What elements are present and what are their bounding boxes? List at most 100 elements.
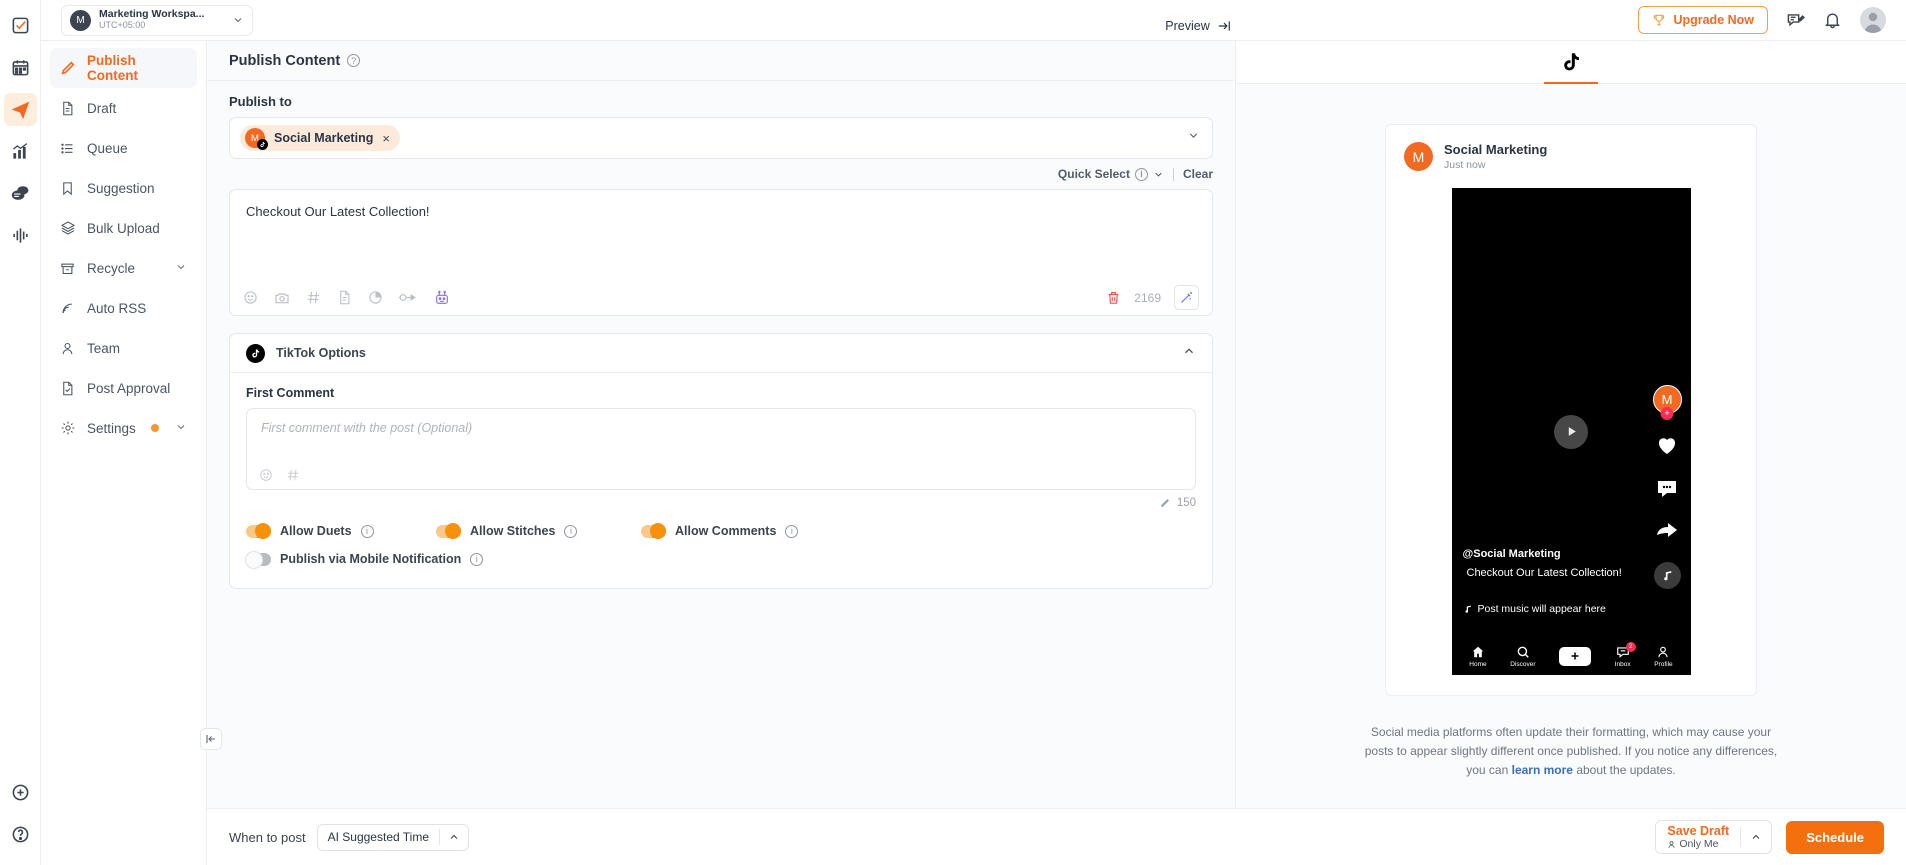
sidebar-item-bulk-upload[interactable]: Bulk Upload [50, 208, 197, 248]
publish-to-select[interactable]: M Social Marketing × [229, 117, 1213, 159]
add-icon[interactable] [4, 776, 37, 809]
tiktok-nav-create[interactable] [1555, 646, 1596, 666]
tiktok-profile-avatar[interactable]: M + [1652, 385, 1682, 420]
comment-icon[interactable] [1655, 476, 1679, 500]
sidebar-item-publish-content[interactable]: Publish Content [50, 48, 197, 88]
workspace-selector[interactable]: M Marketing Workspa... UTC+05:00 [61, 4, 253, 36]
inbox-badge: 2 [1625, 641, 1636, 652]
save-draft-label: Save Draft [1667, 823, 1730, 838]
analytics-icon[interactable] [4, 135, 37, 168]
help-circle-icon[interactable]: ? [347, 54, 361, 67]
sidebar-item-draft[interactable]: Draft [50, 88, 197, 128]
chevron-up-icon[interactable] [440, 831, 468, 843]
toggle-allow-stitches[interactable]: Allow Stitches i [436, 523, 641, 539]
toggle-publish-via-mobile-notification[interactable]: Publish via Mobile Notification i [245, 551, 484, 569]
hashtag-icon[interactable] [306, 290, 321, 305]
quick-select-label: Quick Select [1057, 167, 1130, 181]
follow-plus-icon[interactable]: + [1660, 407, 1674, 420]
tiktok-options-header[interactable]: TikTok Options [230, 334, 1212, 373]
first-comment-input[interactable]: First comment with the post (Optional) [247, 409, 1195, 461]
share-icon[interactable] [1655, 519, 1679, 543]
toggle-label: Allow Stitches [470, 524, 556, 538]
sidebar-item-recycle[interactable]: Recycle [50, 248, 197, 288]
info-icon[interactable]: i [360, 524, 374, 538]
document-icon [59, 100, 76, 117]
disclaimer-line-3-post: about the updates. [1572, 763, 1676, 778]
info-icon[interactable]: i [564, 524, 578, 538]
sidebar-collapse-button[interactable] [200, 728, 222, 750]
disclaimer-line-1: Social media platforms often update thei… [1370, 725, 1772, 739]
bottom-right-actions: Save Draft Only Me Schedule [1655, 820, 1884, 854]
account-chip[interactable]: M Social Marketing × [240, 125, 400, 151]
quick-select-button[interactable]: Quick Select i [1058, 167, 1164, 181]
sidebar-item-label: Suggestion [87, 180, 155, 196]
hashtag-icon[interactable] [286, 468, 300, 482]
tiktok-nav-profile[interactable]: Profile [1654, 645, 1673, 668]
sidebar-item-queue[interactable]: Queue [50, 128, 197, 168]
plus-icon[interactable] [1555, 646, 1596, 666]
allow-stitches-switch[interactable] [436, 523, 461, 539]
composer-textarea[interactable]: Checkout Our Latest Collection! [230, 190, 1212, 280]
sidebar-item-auto-rss[interactable]: Auto RSS [50, 288, 197, 328]
tiktok-nav-label: Home [1469, 660, 1487, 668]
link-plug-icon[interactable] [399, 291, 418, 304]
chevron-down-icon[interactable] [1187, 129, 1200, 147]
sidebar-item-post-approval[interactable]: Post Approval [50, 368, 197, 408]
schedule-mode-value: AI Suggested Time [327, 830, 429, 844]
info-icon[interactable]: i [1134, 167, 1148, 181]
save-draft-visibility-label: Only Me [1679, 838, 1719, 851]
heart-icon[interactable] [1655, 433, 1679, 457]
user-icon [1668, 840, 1675, 848]
first-comment-count-row: 150 [246, 490, 1196, 516]
help-icon[interactable] [4, 818, 37, 851]
preview-toggle-button[interactable]: Preview [1143, 11, 1253, 40]
calendar-icon[interactable] [4, 51, 37, 84]
info-icon[interactable]: i [785, 524, 799, 538]
tiktok-nav-home[interactable]: Home [1469, 645, 1487, 668]
preview-card: M Social Marketing Just now M + @Social … [1385, 124, 1757, 696]
engage-icon[interactable] [4, 177, 37, 210]
clear-button[interactable]: Clear [1183, 167, 1213, 181]
emoji-icon[interactable] [259, 468, 273, 482]
camera-icon[interactable] [274, 290, 290, 306]
chevron-up-icon[interactable] [1182, 344, 1196, 363]
notification-bell-icon[interactable] [1823, 11, 1842, 30]
remove-account-icon[interactable]: × [382, 132, 390, 145]
save-draft-button[interactable]: Save Draft Only Me [1655, 820, 1773, 854]
tab-tiktok[interactable] [1544, 41, 1598, 84]
document-icon[interactable] [337, 290, 352, 305]
info-icon[interactable]: i [470, 552, 484, 566]
music-disc-icon[interactable] [1653, 562, 1681, 589]
toggle-allow-comments[interactable]: Allow Comments i [641, 523, 799, 539]
allow-comments-switch[interactable] [641, 523, 666, 539]
sidebar-item-team[interactable]: Team [50, 328, 197, 368]
emoji-icon[interactable] [243, 290, 258, 305]
magic-wand-icon[interactable] [1174, 285, 1199, 310]
tasks-icon[interactable] [4, 9, 37, 42]
avatar[interactable] [1860, 7, 1886, 33]
learn-more-link[interactable]: learn more [1512, 763, 1573, 777]
poll-icon[interactable] [368, 290, 383, 305]
ai-robot-icon[interactable] [434, 290, 450, 306]
listening-icon[interactable] [4, 219, 37, 252]
allow-duets-switch[interactable] [246, 523, 271, 539]
chevron-up-icon[interactable] [1741, 831, 1771, 843]
sidebar-item-settings[interactable]: Settings [50, 408, 197, 448]
chevron-down-icon [175, 261, 187, 276]
schedule-mode-select[interactable]: AI Suggested Time [316, 823, 469, 851]
toggle-allow-duets[interactable]: Allow Duets i [246, 523, 436, 539]
preview-panel: Preview M Social Marketing Just now M + [1143, 11, 1906, 865]
workspace-avatar: M [70, 9, 91, 31]
upgrade-now-button[interactable]: Upgrade Now [1638, 6, 1768, 34]
schedule-button[interactable]: Schedule [1786, 820, 1884, 854]
home-icon [1472, 646, 1484, 657]
tiktok-nav-inbox[interactable]: 2 Inbox [1615, 641, 1636, 668]
tiktok-nav-discover[interactable]: Discover [1510, 645, 1536, 668]
sidebar-item-label: Publish Content [87, 53, 138, 83]
feedback-icon[interactable] [1786, 11, 1805, 30]
trash-icon[interactable] [1106, 290, 1121, 305]
sidebar-item-suggestion[interactable]: Suggestion [50, 168, 197, 208]
publish-icon[interactable] [3, 93, 37, 126]
play-button[interactable] [1554, 414, 1588, 449]
publish-via-mobile-switch[interactable] [245, 551, 271, 569]
